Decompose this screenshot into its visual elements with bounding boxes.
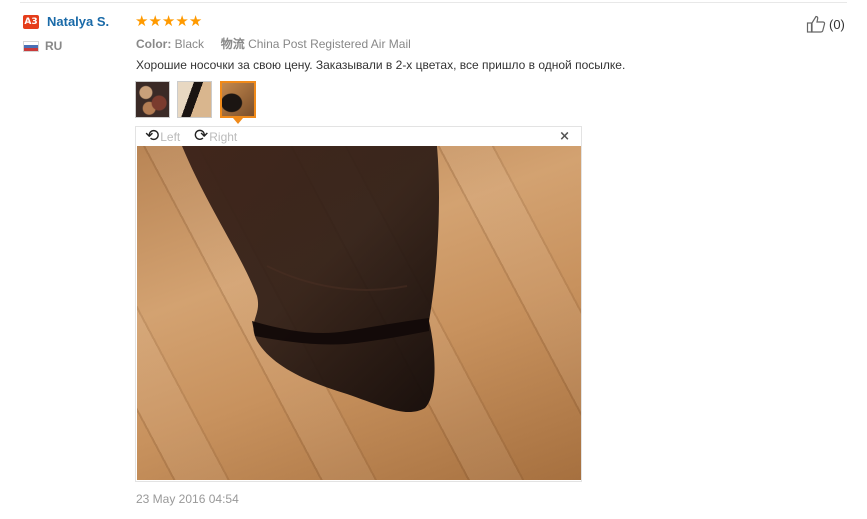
- rotate-right-label: Right: [209, 129, 238, 144]
- viewer-toolbar: ⟲ Left ⟳ Right ×: [136, 127, 581, 146]
- review-date: 23 May 2016 04:54: [136, 492, 239, 506]
- rotate-right-button[interactable]: ⟳ Right: [194, 128, 237, 145]
- photo-thumbnail-3-selected[interactable]: [220, 81, 256, 118]
- photo-thumbnail-1[interactable]: [135, 81, 170, 118]
- photo-viewer: ⟲ Left ⟳ Right ×: [135, 126, 582, 482]
- reviewer-name[interactable]: Natalya S.: [47, 14, 109, 29]
- star-icon: ★: [135, 12, 149, 30]
- shipping-label: 物流: [220, 37, 245, 51]
- thumbs-up-icon: [806, 15, 826, 33]
- star-icon: ★: [175, 12, 189, 30]
- color-label: Color:: [136, 37, 172, 51]
- photo-thumbnail-2[interactable]: [177, 81, 212, 118]
- helpful-count: (0): [829, 16, 845, 32]
- russia-flag-icon: [23, 41, 39, 52]
- star-rating: ★★★★★: [135, 12, 202, 30]
- shipping-value: China Post Registered Air Mail: [248, 37, 411, 51]
- rotate-left-label: Left: [160, 129, 181, 144]
- star-icon: ★: [188, 12, 203, 30]
- review-photo: [137, 146, 581, 480]
- top-divider: [20, 2, 847, 3]
- color-value: Black: [174, 37, 205, 51]
- helpful-button[interactable]: (0): [806, 14, 845, 34]
- rotate-left-icon: ⟲: [145, 126, 160, 146]
- sock-on-wood-floor-image: [182, 146, 440, 413]
- star-icon: ★: [161, 12, 176, 30]
- review-text: Хорошие носочки за свою цену. Заказывали…: [136, 58, 626, 72]
- selected-thumbnail-pointer: [233, 118, 243, 124]
- order-attributes: Color: Black 物流 China Post Registered Ai…: [136, 35, 411, 52]
- close-viewer-icon[interactable]: ×: [559, 129, 570, 144]
- rotate-right-icon: ⟳: [194, 126, 209, 146]
- reviewer-country: RU: [45, 39, 63, 53]
- rotate-left-button[interactable]: ⟲ Left: [145, 128, 180, 145]
- star-icon: ★: [148, 12, 162, 30]
- member-level-badge: A3: [23, 15, 39, 29]
